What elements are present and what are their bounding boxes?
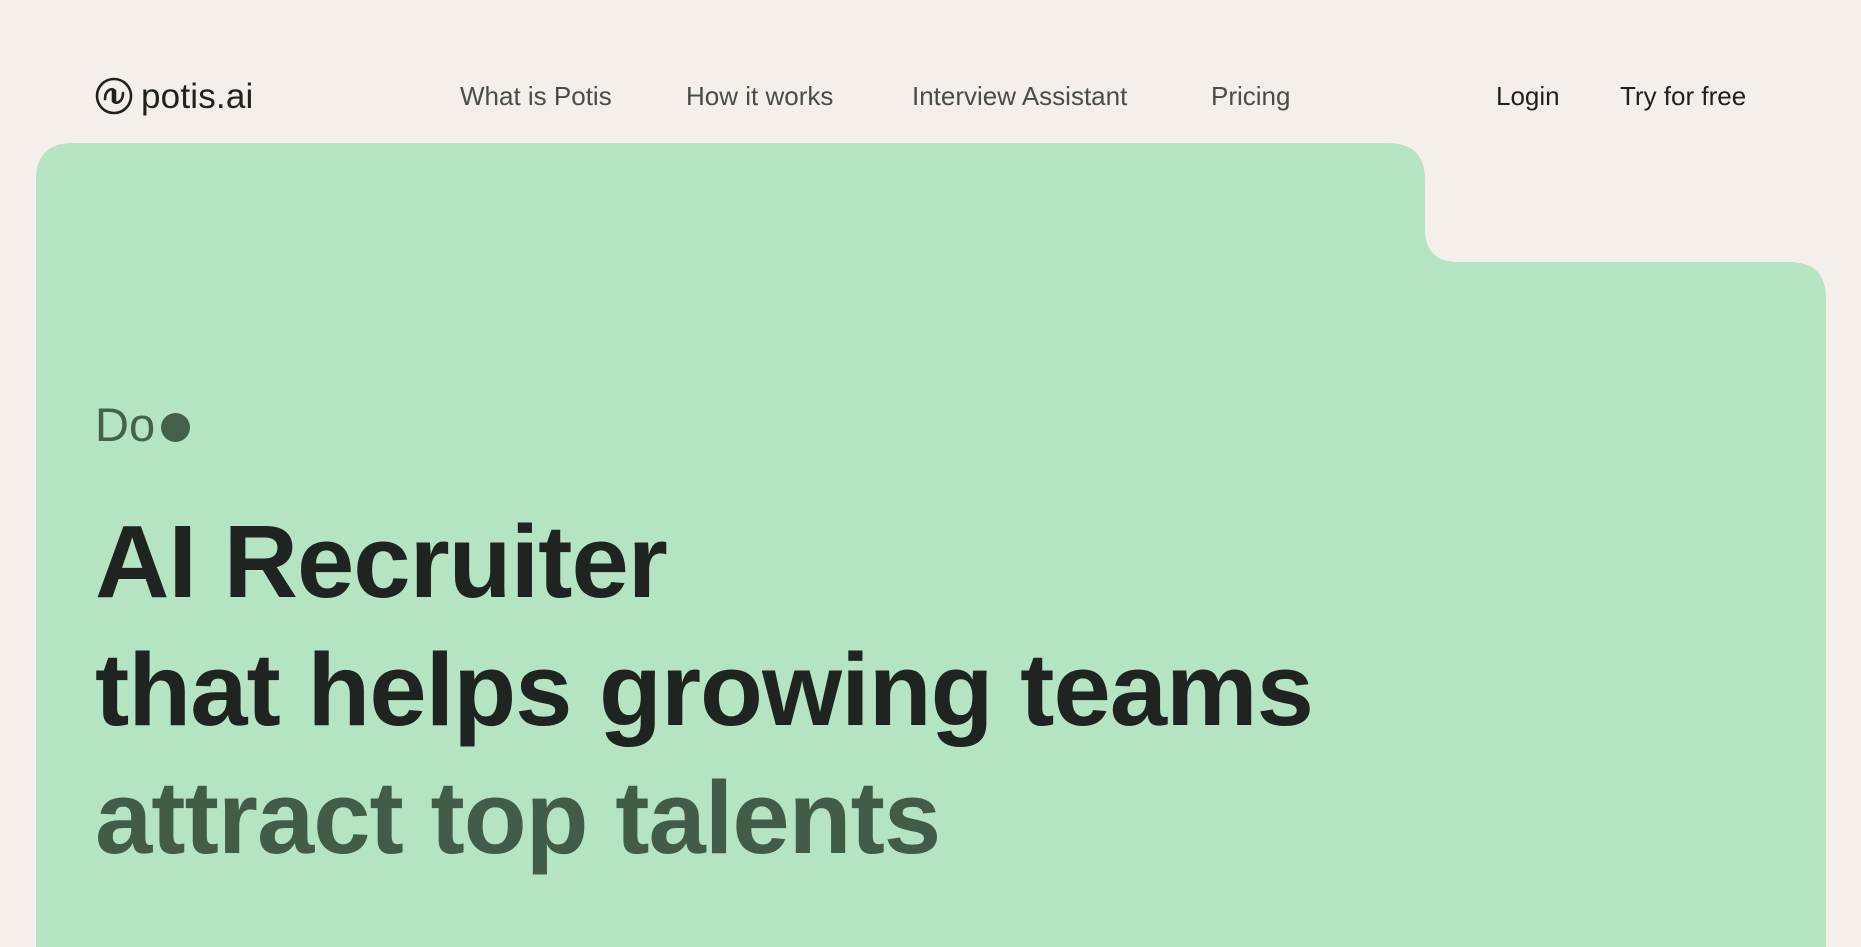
nav-link-how-it-works[interactable]: How it works — [686, 78, 833, 114]
hero-headline: AI Recruiter that helps growing teams at… — [95, 498, 1314, 882]
hero-section: Do AI Recruiter that helps growing teams… — [95, 390, 1695, 875]
nav-link-pricing[interactable]: Pricing — [1211, 78, 1290, 114]
brand-name: potis.ai — [141, 76, 254, 116]
brand-logo-link[interactable]: potis.ai — [95, 74, 254, 118]
try-for-free-button[interactable]: Try for free — [1620, 78, 1746, 114]
login-button[interactable]: Login — [1496, 78, 1560, 114]
site-header: potis.ai What is Potis How it works Inte… — [0, 0, 1861, 140]
hero-headline-line-3: attract top talents — [95, 760, 941, 875]
hero-kicker-text: Do — [95, 398, 156, 451]
typing-dot-icon — [161, 412, 191, 442]
hero-kicker: Do — [95, 390, 1695, 460]
hero-headline-line-2: that helps growing teams — [95, 632, 1314, 747]
nav-link-what-is-potis[interactable]: What is Potis — [460, 78, 612, 114]
hero-headline-line-1: AI Recruiter — [95, 504, 668, 619]
nav-link-interview-assistant[interactable]: Interview Assistant — [912, 78, 1127, 114]
potis-logo-icon — [95, 77, 133, 115]
